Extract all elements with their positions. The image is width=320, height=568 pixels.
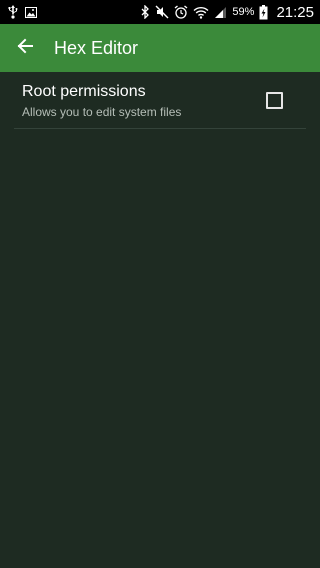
preference-summary: Allows you to edit system files — [22, 105, 182, 119]
signal-icon — [214, 6, 227, 19]
battery-charging-icon — [259, 4, 268, 20]
preference-title: Root permissions — [22, 83, 146, 100]
page-title: Hex Editor — [54, 37, 139, 58]
root-permissions-preference[interactable]: Root permissions Allows you to edit syst… — [14, 72, 306, 129]
image-icon — [25, 6, 37, 18]
arrow-left-icon — [17, 38, 33, 59]
clock: 21:25 — [276, 3, 314, 21]
status-right: 59% 21:25 — [141, 4, 314, 21]
status-bar: 59% 21:25 — [0, 0, 320, 24]
screen: 59% 21:25 Hex Editor Root permissions Al… — [0, 0, 320, 568]
app-bar: Hex Editor — [0, 24, 320, 72]
usb-icon — [8, 5, 18, 19]
alarm-icon — [174, 5, 188, 19]
root-permissions-checkbox[interactable] — [266, 92, 283, 109]
status-left — [8, 5, 37, 19]
mute-icon — [155, 5, 169, 19]
wifi-icon — [193, 6, 209, 19]
back-button[interactable] — [0, 24, 50, 72]
battery-percent: 59% — [232, 6, 255, 18]
bluetooth-icon — [141, 5, 150, 19]
